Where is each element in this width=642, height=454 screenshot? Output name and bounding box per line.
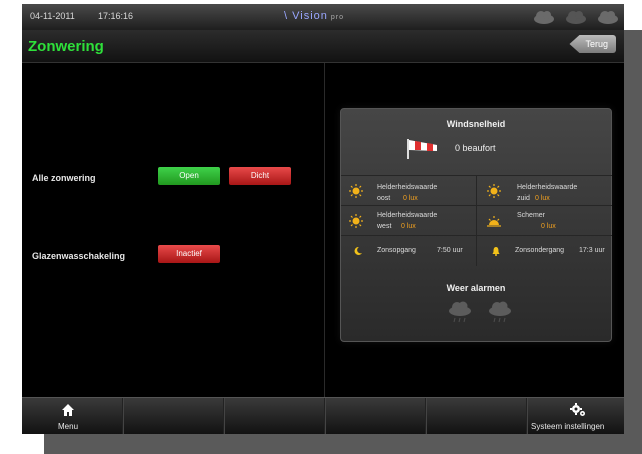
app-screen: 04-11-2011 17:16:16 \ Vision pro Zonwerin… <box>22 4 624 434</box>
sensor-east: Helderheidswaarde oost 0 lux <box>341 175 476 206</box>
wind-value: 0 beaufort <box>455 143 496 153</box>
bottom-nav: Menu Systeem instellingen <box>22 397 624 434</box>
cloud-icon <box>449 301 471 323</box>
system-settings-button[interactable]: Systeem instellingen <box>527 398 624 434</box>
brand-suffix: pro <box>330 14 344 21</box>
sensor-twilight-value: 0 lux <box>541 223 556 230</box>
nav-separator <box>425 398 426 434</box>
back-button[interactable]: Terug <box>569 35 616 53</box>
nav-separator <box>223 398 224 434</box>
sunset-cell: Zonsondergang 17:3 uur <box>476 235 612 266</box>
nav-separator <box>122 398 123 434</box>
sensor-west-label: Helderheidswaarde <box>377 212 438 219</box>
weather-alarms-title: Weer alarmen <box>446 283 506 293</box>
bell-icon <box>492 247 500 256</box>
sunrise-label: Zonsopgang <box>377 247 416 254</box>
sunset-icon <box>487 216 501 227</box>
sensor-south: Helderheidswaarde zuid 0 lux <box>476 175 612 206</box>
all-sunshades-label: Alle zonwering <box>32 173 96 183</box>
cloud-icon <box>598 11 618 24</box>
page-title: Zonwering <box>28 38 104 55</box>
nav-separator <box>324 398 325 434</box>
sunset-time: 17:3 uur <box>579 247 605 254</box>
page-header: Zonwering Terug <box>22 30 624 63</box>
cloud-icon <box>566 11 586 24</box>
moon-icon <box>354 246 362 255</box>
sensor-west-value: 0 lux <box>401 223 416 230</box>
cloud-icon <box>534 11 554 24</box>
wind-title: Windsnelheid <box>446 119 506 129</box>
status-time: 17:16:16 <box>98 11 134 21</box>
status-bar: 04-11-2011 17:16:16 \ Vision pro <box>22 4 624 30</box>
sensor-east-label: Helderheidswaarde <box>377 184 438 191</box>
menu-button[interactable]: Menu <box>22 398 122 434</box>
cloud-icon <box>489 301 511 323</box>
close-button[interactable]: Dicht <box>229 167 291 185</box>
weather-panel: Windsnelheid 0 beaufort Helderheidswaard… <box>340 108 612 342</box>
sensor-west-direction: west <box>377 223 392 230</box>
sensor-twilight: Schemer 0 lux <box>476 205 612 236</box>
sun-icon <box>349 184 363 198</box>
sun-icon <box>349 214 363 228</box>
sensor-south-direction: zuid <box>517 195 530 202</box>
sunset-label: Zonsondergang <box>515 247 565 254</box>
brand-logo: \ Vision pro <box>284 10 344 22</box>
sun-icon <box>487 184 501 198</box>
sensor-twilight-label: Schemer <box>517 212 546 219</box>
menu-label: Menu <box>58 422 79 431</box>
panel-divider <box>324 63 325 397</box>
sensor-south-label: Helderheidswaarde <box>517 184 578 191</box>
gear-icon <box>570 403 585 416</box>
sensor-west: Helderheidswaarde west 0 lux <box>341 205 476 236</box>
open-button[interactable]: Open <box>158 167 220 185</box>
status-date: 04-11-2011 <box>30 11 75 21</box>
sunrise-cell: Zonsopgang 7:50 uur <box>341 235 476 266</box>
sensor-east-direction: oost <box>377 195 391 202</box>
home-icon <box>62 404 74 416</box>
brand-name: \ Vision <box>284 10 328 22</box>
sunrise-time: 7:50 uur <box>437 247 463 254</box>
window-cleaning-label: Glazenwasschakeling <box>32 251 126 261</box>
sensor-south-value: 0 lux <box>535 195 550 202</box>
windsock-icon <box>407 139 437 159</box>
window-cleaning-toggle-button[interactable]: Inactief <box>158 245 220 263</box>
sensor-east-value: 0 lux <box>403 195 418 202</box>
system-settings-label: Systeem instellingen <box>531 422 605 431</box>
